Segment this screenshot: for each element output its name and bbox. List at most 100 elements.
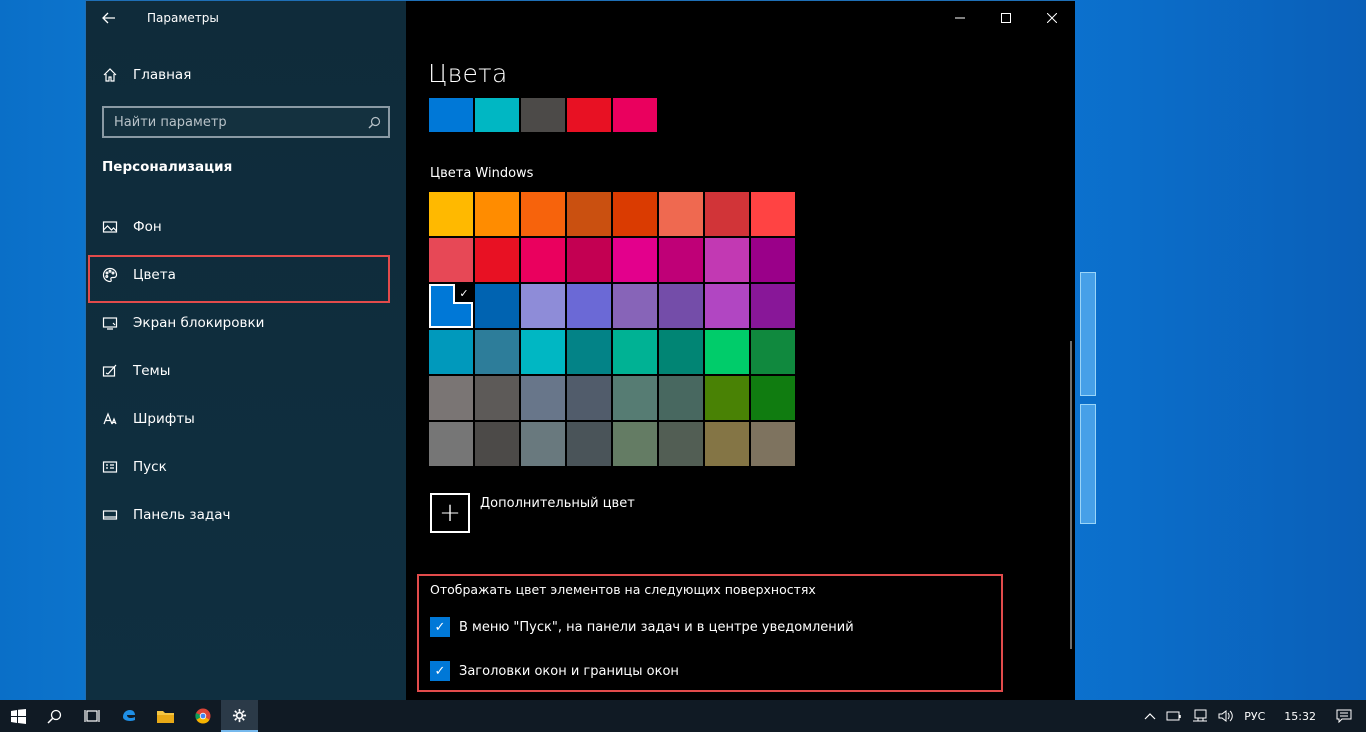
color-swatch[interactable]: ✓	[429, 284, 473, 328]
color-swatch[interactable]	[751, 192, 795, 236]
color-swatch[interactable]	[429, 422, 473, 466]
color-swatch[interactable]	[567, 238, 611, 282]
color-swatch[interactable]	[659, 376, 703, 420]
color-swatch[interactable]	[475, 284, 519, 328]
checkmark-icon: ✓	[453, 284, 473, 304]
titlebar: Параметры	[86, 1, 406, 35]
taskbar: РУС 15:32	[0, 700, 1366, 732]
color-swatch[interactable]	[613, 192, 657, 236]
color-swatch[interactable]	[751, 284, 795, 328]
color-swatch[interactable]	[521, 330, 565, 374]
surfaces-title: Отображать цвет элементов на следующих п…	[430, 582, 816, 597]
search-button[interactable]	[36, 700, 73, 732]
start-taskbar-checkbox[interactable]: ✓ В меню "Пуск", на панели задач и в цен…	[430, 617, 854, 637]
close-button[interactable]	[1029, 1, 1075, 35]
folder-icon	[157, 711, 174, 723]
color-swatch[interactable]	[659, 422, 703, 466]
sidebar-item-start[interactable]: Пуск	[86, 445, 406, 489]
volume-icon[interactable]	[1213, 700, 1239, 732]
color-swatch[interactable]	[475, 192, 519, 236]
color-swatch[interactable]	[751, 330, 795, 374]
sidebar-item-taskbar[interactable]: Панель задач	[86, 493, 406, 537]
sidebar-item-colors[interactable]: Цвета	[86, 253, 406, 297]
color-swatch[interactable]	[567, 284, 611, 328]
color-swatch[interactable]	[567, 422, 611, 466]
recent-color-swatch[interactable]	[613, 98, 657, 132]
color-swatch[interactable]	[659, 192, 703, 236]
color-swatch[interactable]	[429, 330, 473, 374]
tray-chevron-icon[interactable]	[1139, 700, 1161, 732]
notification-center-button[interactable]	[1330, 700, 1366, 732]
color-swatch[interactable]	[613, 330, 657, 374]
recent-color-swatch[interactable]	[429, 98, 473, 132]
color-swatch[interactable]	[659, 284, 703, 328]
color-swatch[interactable]	[613, 284, 657, 328]
color-swatch[interactable]	[705, 192, 749, 236]
section-title: Персонализация	[102, 159, 233, 175]
color-swatch[interactable]	[705, 238, 749, 282]
language-indicator[interactable]: РУС	[1239, 700, 1270, 732]
start-button[interactable]	[0, 700, 36, 732]
color-swatch[interactable]	[521, 422, 565, 466]
color-swatch[interactable]	[429, 238, 473, 282]
recent-color-swatch[interactable]	[567, 98, 611, 132]
color-swatch[interactable]	[567, 376, 611, 420]
arrow-left-icon	[102, 12, 115, 24]
color-swatch[interactable]	[659, 330, 703, 374]
start-icon	[86, 459, 133, 475]
file-explorer-button[interactable]	[147, 700, 184, 732]
sidebar: Параметры Главная Найти параметр Персона…	[86, 1, 406, 701]
back-button[interactable]	[86, 1, 132, 35]
task-view-button[interactable]	[73, 700, 110, 732]
color-swatch[interactable]	[751, 238, 795, 282]
color-swatch[interactable]	[475, 376, 519, 420]
sidebar-item-label: Фон	[133, 219, 162, 235]
chrome-button[interactable]	[184, 700, 221, 732]
color-swatch[interactable]	[475, 238, 519, 282]
taskbar-icon	[86, 507, 133, 523]
color-swatch[interactable]	[521, 238, 565, 282]
checkbox-checked-icon: ✓	[430, 617, 450, 637]
sidebar-item-fonts[interactable]: Шрифты	[86, 397, 406, 441]
color-swatch[interactable]	[613, 238, 657, 282]
titlebars-checkbox[interactable]: ✓ Заголовки окон и границы окон	[430, 661, 679, 681]
search-input[interactable]: Найти параметр	[102, 106, 390, 138]
color-swatch[interactable]	[751, 376, 795, 420]
color-swatch[interactable]	[475, 330, 519, 374]
color-swatch[interactable]	[521, 376, 565, 420]
sidebar-item-lockscreen[interactable]: Экран блокировки	[86, 301, 406, 345]
minimize-button[interactable]	[937, 1, 983, 35]
scrollbar[interactable]	[1070, 341, 1072, 649]
maximize-button[interactable]	[983, 1, 1029, 35]
color-swatch[interactable]	[705, 330, 749, 374]
sidebar-item-themes[interactable]: Темы	[86, 349, 406, 393]
color-swatch[interactable]	[521, 284, 565, 328]
color-swatch[interactable]	[429, 192, 473, 236]
color-swatch[interactable]	[429, 376, 473, 420]
sidebar-item-label: Экран блокировки	[133, 315, 265, 331]
color-swatch[interactable]	[705, 376, 749, 420]
gear-icon	[232, 708, 247, 722]
color-swatch[interactable]	[705, 422, 749, 466]
color-swatch[interactable]	[613, 422, 657, 466]
color-swatch[interactable]	[567, 330, 611, 374]
nav-home[interactable]: Главная	[86, 53, 406, 97]
color-swatch[interactable]	[705, 284, 749, 328]
nav-home-label: Главная	[133, 67, 192, 83]
recent-color-swatch[interactable]	[521, 98, 565, 132]
battery-icon[interactable]	[1161, 700, 1187, 732]
sidebar-item-background[interactable]: Фон	[86, 205, 406, 249]
color-swatch[interactable]	[475, 422, 519, 466]
color-swatch[interactable]	[521, 192, 565, 236]
clock[interactable]: 15:32	[1270, 700, 1330, 732]
custom-color-button[interactable]: + Дополнительный цвет	[430, 493, 635, 533]
network-icon[interactable]	[1187, 700, 1213, 732]
color-swatch[interactable]	[659, 238, 703, 282]
color-swatch[interactable]	[567, 192, 611, 236]
edge-button[interactable]	[110, 700, 147, 732]
color-swatch[interactable]	[751, 422, 795, 466]
settings-taskbar-button[interactable]	[221, 700, 258, 732]
picture-icon	[86, 219, 133, 235]
color-swatch[interactable]	[613, 376, 657, 420]
recent-color-swatch[interactable]	[475, 98, 519, 132]
